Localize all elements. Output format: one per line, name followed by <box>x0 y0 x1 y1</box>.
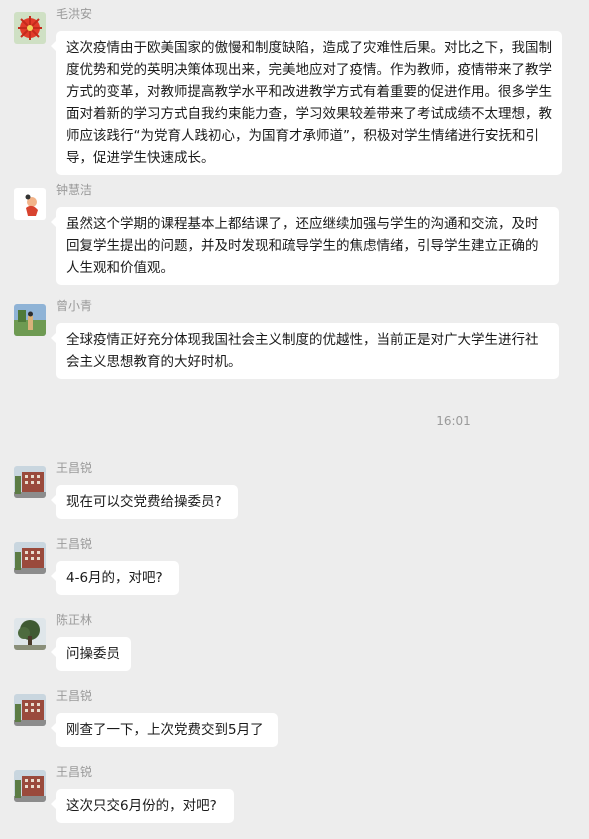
message-bubble: 现在可以交党费给操委员? <box>51 485 238 519</box>
building-photo-avatar[interactable] <box>14 694 46 726</box>
chat-timestamp: 16:01 <box>436 414 471 428</box>
cartoon-avatar[interactable] <box>14 188 46 220</box>
sender-name: 钟慧洁 <box>56 183 93 197</box>
message-bubble: 虽然这个学期的课程基本上都结课了，还应继续加强与学生的沟通和交流，及时回复学生提… <box>51 207 559 285</box>
building-photo-avatar[interactable] <box>14 770 46 802</box>
message-bubble: 刚查了一下，上次党费交到5月了 <box>51 713 278 747</box>
outdoor-photo-avatar[interactable] <box>14 304 46 336</box>
sender-name: 王昌锐 <box>56 765 93 779</box>
sender-name: 王昌锐 <box>56 689 93 703</box>
message-bubble: 问操委员 <box>51 637 131 671</box>
message-bubble: 全球疫情正好充分体现我国社会主义制度的优越性，当前正是对广大学生进行社会主义思想… <box>51 323 559 379</box>
red-flower-avatar[interactable] <box>14 12 46 44</box>
building-photo-avatar[interactable] <box>14 466 46 498</box>
sender-name: 曾小青 <box>56 299 93 313</box>
tree-photo-avatar[interactable] <box>14 618 46 650</box>
message-bubble: 这次只交6月份的，对吧? <box>51 789 234 823</box>
sender-name: 王昌锐 <box>56 461 93 475</box>
sender-name: 毛洪安 <box>56 7 93 21</box>
sender-name: 王昌锐 <box>56 537 93 551</box>
message-bubble: 4-6月的，对吧? <box>51 561 179 595</box>
sender-name: 陈正林 <box>56 613 93 627</box>
building-photo-avatar[interactable] <box>14 542 46 574</box>
message-bubble: 这次疫情由于欧美国家的傲慢和制度缺陷，造成了灾难性后果。对比之下，我国制度优势和… <box>51 31 562 175</box>
